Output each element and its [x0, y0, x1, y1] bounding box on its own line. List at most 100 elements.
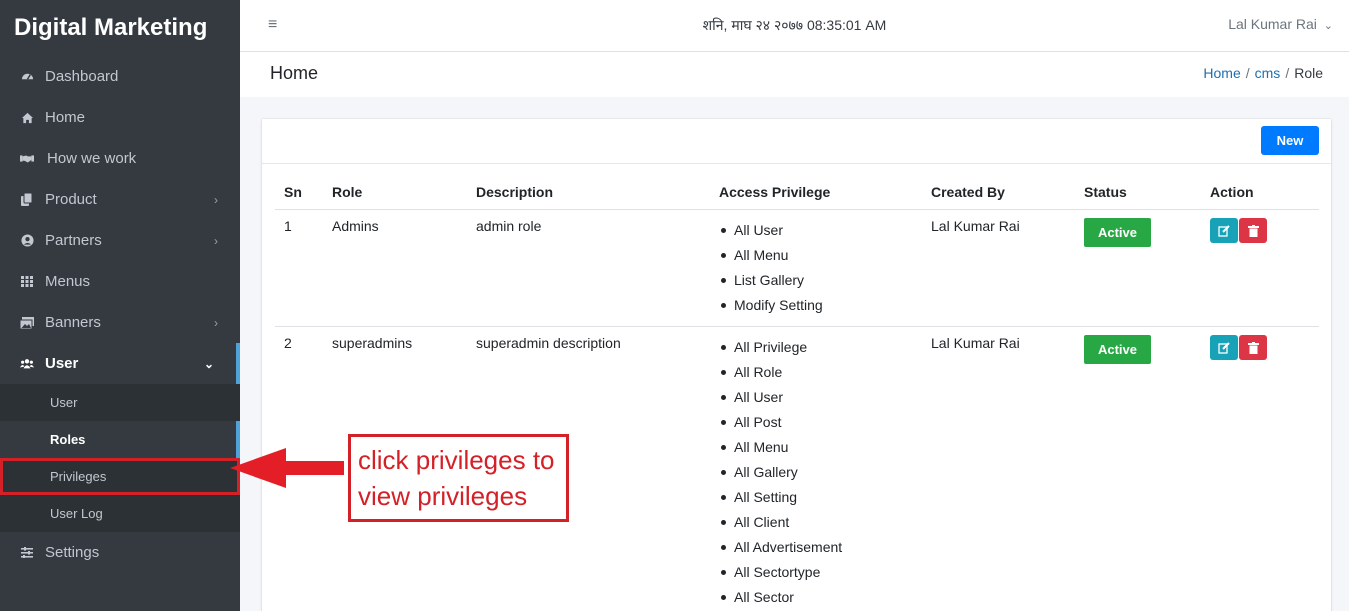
privilege-item: All Sectortype [719, 563, 913, 588]
sidebar-item-label: Partners [45, 232, 102, 249]
edit-button[interactable] [1210, 335, 1238, 360]
roles-card: New Sn Role Description Access Privilege… [262, 119, 1331, 611]
privilege-item: All Menu [719, 438, 913, 463]
privilege-item: All User [719, 388, 913, 413]
status-badge[interactable]: Active [1084, 335, 1151, 364]
cell-access-privilege: All Privilege All Role All User All Post… [710, 327, 922, 611]
cell-action [1201, 327, 1319, 611]
privilege-list: All User All Menu List Gallery Modify Se… [719, 221, 913, 321]
sidebar-subitem-label: User [50, 395, 78, 410]
cell-access-privilege: All User All Menu List Gallery Modify Se… [710, 209, 922, 327]
sidebar-item-dashboard[interactable]: Dashboard [0, 56, 240, 97]
copy-icon [20, 193, 34, 207]
sidebar-item-home[interactable]: Home [0, 97, 240, 138]
page-title: Home [270, 63, 319, 83]
content-header: Home Home / cms / Role [240, 52, 1349, 97]
top-navbar: ≡ शनि, माघ २४ २०७७ 08:35:01 AM Lal Kumar… [240, 0, 1349, 52]
chevron-left-icon: › [214, 192, 218, 207]
cell-created-by: Lal Kumar Rai [922, 209, 1075, 327]
sidebar-subitem-user-log[interactable]: User Log [0, 495, 240, 532]
sidebar-item-label: Menus [45, 273, 91, 290]
sidebar-subitem-privileges[interactable]: Privileges [0, 458, 240, 495]
sidebar-item-partners[interactable]: Partners › [0, 220, 240, 261]
sidebar-item-banners[interactable]: Banners › [0, 302, 240, 343]
breadcrumb-current: Role [1294, 65, 1323, 81]
delete-button[interactable] [1239, 335, 1267, 360]
delete-button[interactable] [1239, 218, 1267, 243]
sidebar-item-label: Dashboard [45, 68, 119, 85]
sidebar-item-label: Home [45, 109, 86, 126]
breadcrumb-separator: / [1245, 65, 1250, 81]
col-description: Description [467, 174, 710, 210]
chevron-left-icon: › [214, 233, 218, 248]
sidebar-item-label: Banners [45, 314, 101, 331]
privilege-item: All Menu [719, 246, 913, 271]
col-role: Role [323, 174, 467, 210]
images-icon [20, 316, 34, 330]
privilege-item: All Setting [719, 488, 913, 513]
cell-description: admin role [467, 209, 710, 327]
chevron-down-icon: ⌄ [1323, 20, 1333, 32]
user-name: Lal Kumar Rai [1228, 16, 1317, 32]
privilege-item: List Gallery [719, 271, 913, 296]
roles-table: Sn Role Description Access Privilege Cre… [275, 174, 1319, 611]
breadcrumb-separator: / [1285, 65, 1290, 81]
privilege-item: All Role [719, 363, 913, 388]
status-badge[interactable]: Active [1084, 218, 1151, 247]
cell-action [1201, 209, 1319, 327]
sidebar-subitem-label: User Log [50, 506, 103, 521]
chevron-left-icon: › [214, 315, 218, 330]
users-icon [20, 357, 34, 371]
sliders-icon [20, 546, 34, 560]
breadcrumb: Home / cms / Role [1203, 65, 1323, 81]
user-circle-icon [20, 234, 34, 248]
user-dropdown[interactable]: Lal Kumar Rai ⌄ [1228, 16, 1333, 32]
card-header: New [262, 119, 1331, 164]
sidebar-item-label: Settings [45, 544, 100, 561]
grid-icon [20, 275, 34, 289]
edit-icon [1218, 224, 1230, 237]
sidebar-item-how-we-work[interactable]: How we work [0, 138, 240, 179]
privilege-list: All Privilege All Role All User All Post… [719, 338, 913, 611]
privilege-item: All Advertisement [719, 538, 913, 563]
annotation-arrow [230, 448, 344, 488]
col-created-by: Created By [922, 174, 1075, 210]
annotation-callout: click privileges to view privileges [348, 434, 569, 522]
privilege-item: Modify Setting [719, 296, 913, 321]
brand-title[interactable]: Digital Marketing [0, 0, 240, 56]
sidebar-item-user[interactable]: User ⌄ [0, 343, 240, 384]
nepali-datetime: शनि, माघ २४ २०७७ 08:35:01 AM [702, 17, 887, 33]
user-submenu: User Roles Privileges User Log [0, 384, 240, 532]
cell-status: Active [1075, 327, 1201, 611]
sidebar-item-label: Product [45, 191, 97, 208]
sidebar-subitem-label: Privileges [50, 469, 107, 484]
privilege-item: All Client [719, 513, 913, 538]
breadcrumb-cms[interactable]: cms [1255, 65, 1281, 81]
sidebar-item-menus[interactable]: Menus [0, 261, 240, 302]
sidebar-subitem-user[interactable]: User [0, 384, 240, 421]
sidebar-item-product[interactable]: Product › [0, 179, 240, 220]
annotation-line: click privileges to [358, 445, 555, 475]
trash-icon [1247, 224, 1259, 237]
table-row: 1 Admins admin role All User All Menu Li… [275, 209, 1319, 327]
edit-button[interactable] [1210, 218, 1238, 243]
privilege-item: All User [719, 221, 913, 246]
dashboard-icon [20, 70, 34, 84]
col-sn: Sn [275, 174, 323, 210]
sidebar-item-settings[interactable]: Settings [0, 532, 240, 573]
sidebar-item-label: How we work [47, 150, 137, 167]
privilege-item: All Post [719, 413, 913, 438]
breadcrumb-home[interactable]: Home [1203, 65, 1240, 81]
annotation-line: view privileges [358, 481, 528, 511]
home-icon [20, 111, 34, 125]
cell-sn: 1 [275, 209, 323, 327]
cell-created-by: Lal Kumar Rai [931, 335, 1020, 351]
table-header-row: Sn Role Description Access Privilege Cre… [275, 174, 1319, 210]
sidebar-subitem-roles[interactable]: Roles [0, 421, 240, 458]
trash-icon [1247, 341, 1259, 354]
handshake-icon [20, 152, 34, 166]
col-status: Status [1075, 174, 1201, 210]
edit-icon [1218, 341, 1230, 354]
new-role-button[interactable]: New [1261, 126, 1319, 155]
col-access-privilege: Access Privilege [710, 174, 922, 210]
